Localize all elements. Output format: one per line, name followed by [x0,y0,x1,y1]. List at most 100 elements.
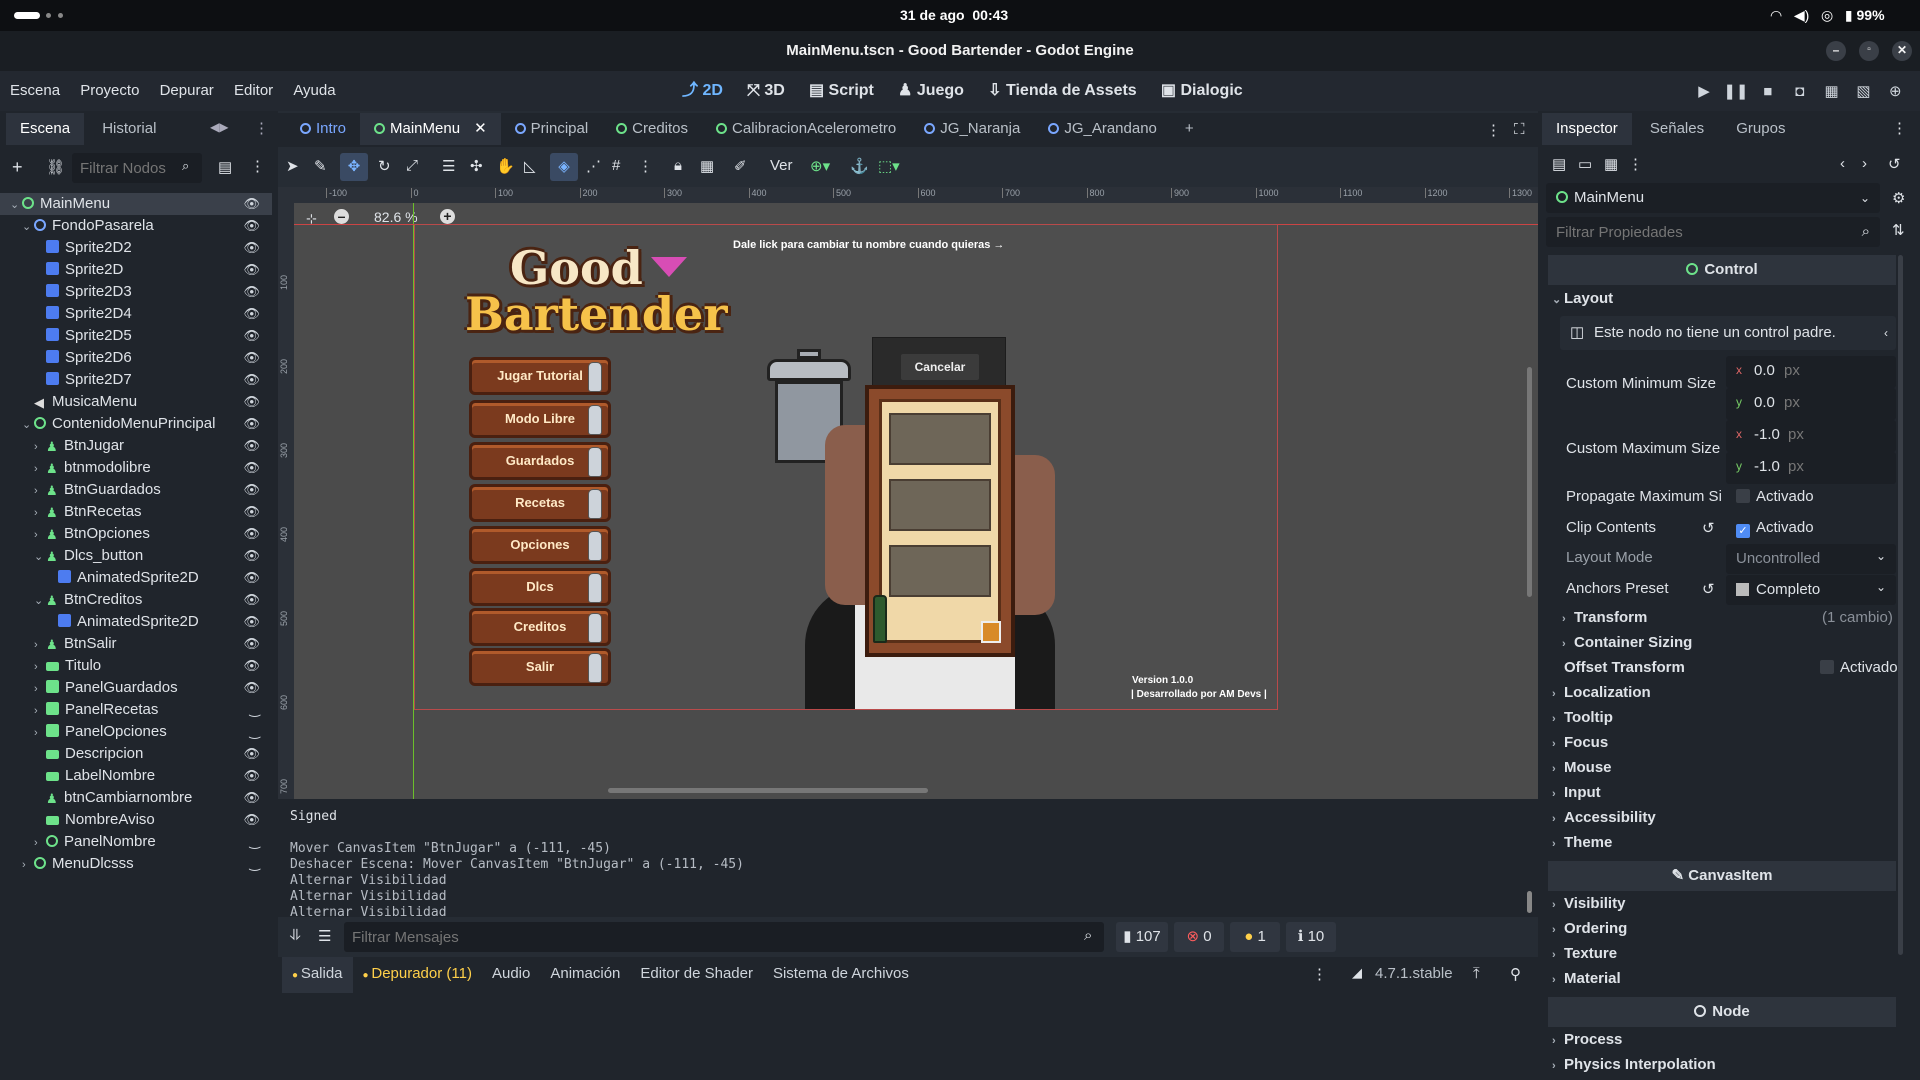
workspace-dialogic[interactable]: ▣ Dialogic [1161,71,1243,111]
movie-icon[interactable]: ⊕ [1881,82,1909,100]
chevron-down-icon[interactable]: ⌄ [22,414,34,436]
transform-section[interactable]: › Transform [1562,609,1647,626]
tree-node[interactable]: AnimatedSprite2D 👁︎ [0,611,272,633]
clock[interactable]: 31 de ago 00:43 [900,7,1008,23]
game-menu-button[interactable]: Creditos [469,608,611,646]
zoom-out-icon[interactable]: – [334,209,349,224]
scene-menu-icon[interactable]: ⋮ [250,157,265,175]
max-y-field[interactable]: y -1.0 px [1726,452,1896,484]
tree-node[interactable]: › MenuDlcsss ‿ [0,853,272,875]
tab-groups[interactable]: Grupos [1722,113,1799,145]
visibility-eye-icon[interactable]: 👁︎ [243,435,260,457]
clear-output-icon[interactable]: ⥥ [290,927,301,944]
view-menu[interactable]: Ver [770,157,793,174]
max-x-field[interactable]: x -1.0 px [1726,420,1896,452]
chevron-right-icon[interactable]: › [34,480,46,502]
toggle-search-icon[interactable]: ☰ [318,927,331,945]
play-scene-icon[interactable]: ▦ [1818,82,1846,100]
visibility-eye-icon[interactable]: 👁︎ [243,259,260,281]
visibility-eye-icon[interactable]: 👁︎ [243,215,260,237]
visibility-eye-icon[interactable]: 👁︎ [243,677,260,699]
tab-signals[interactable]: Señales [1636,113,1718,145]
visibility-eye-icon[interactable]: 👁︎ [243,281,260,303]
hidden-eye-icon[interactable]: ‿ [250,831,260,853]
game-menu-button[interactable]: Salir [469,648,611,686]
open-folder-icon[interactable]: ▭ [1578,155,1592,173]
chevron-right-icon[interactable]: › [34,634,46,656]
tree-node[interactable]: › ♟ BtnJugar 👁︎ [0,435,272,457]
workspace-script[interactable]: ▤ Script [809,71,874,111]
hint-text[interactable]: Dale lick para cambiar tu nombre cuando … [733,239,1004,251]
tree-node[interactable]: Sprite2D 👁︎ [0,259,272,281]
tree-node[interactable]: Sprite2D7 👁︎ [0,369,272,391]
history-back-icon[interactable]: ‹ [1840,155,1845,172]
filter-options-icon[interactable]: ⇅ [1892,221,1905,239]
game-menu-button[interactable]: Guardados [469,442,611,480]
offset-transform-checkbox[interactable]: Activado [1820,659,1898,676]
inspector-section[interactable]: › Localization [1552,684,1651,701]
inspector-section[interactable]: › Physics Interpolation [1552,1056,1716,1073]
bottom-tab[interactable]: Audio [482,957,540,991]
visibility-eye-icon[interactable]: 👁︎ [243,347,260,369]
tree-node[interactable]: Sprite2D2 👁︎ [0,237,272,259]
tree-node[interactable]: ♟ btnCambiarnombre 👁︎ [0,787,272,809]
visibility-eye-icon[interactable]: 👁︎ [243,545,260,567]
close-window-button[interactable]: ✕ [1892,41,1912,61]
workspace-3d[interactable]: ⤧ 3D [747,71,785,111]
propagate-checkbox[interactable]: Activado [1736,488,1814,505]
revert-icon[interactable]: ↺ [1702,519,1715,537]
tree-node[interactable]: › PanelNombre ‿ [0,831,272,853]
game-menu-button[interactable]: Opciones [469,526,611,564]
grid-icon[interactable]: # [612,157,620,174]
visibility-eye-icon[interactable]: 👁︎ [243,765,260,787]
select-tool-icon[interactable]: ➤ [286,157,299,175]
tree-node[interactable]: ⌄ FondoPasarela 👁︎ [0,215,272,237]
tree-node[interactable]: › ♟ btnmodolibre 👁︎ [0,457,272,479]
inspector-section[interactable]: › Tooltip [1552,709,1613,726]
visibility-eye-icon[interactable]: 👁︎ [243,237,260,259]
warnings-count-button[interactable]: ● 1 [1230,922,1280,952]
tab-historial[interactable]: Historial [88,113,170,145]
game-menu-button[interactable]: Recetas [469,484,611,522]
pause-icon[interactable]: ❚❚ [1722,82,1750,100]
link-icon[interactable]: ⛓ [46,158,65,176]
lock-icon[interactable]: 🔒︎ [674,157,682,174]
chevron-down-icon[interactable]: ⌄ [22,216,34,238]
tree-node[interactable]: LabelNombre 👁︎ [0,765,272,787]
paint-tool-icon[interactable]: ✎ [314,157,327,175]
smart-snap-icon[interactable]: ◈ [550,153,578,181]
min-y-field[interactable]: y 0.0 px [1726,388,1896,420]
tree-node[interactable]: Sprite2D6 👁︎ [0,347,272,369]
visibility-eye-icon[interactable]: 👁︎ [243,479,260,501]
inspector-menu-icon[interactable]: ⋮ [1892,119,1907,137]
layout-section[interactable]: ⌄ Layout [1552,290,1613,307]
workspace-assetlib[interactable]: ⇩ Tienda de Assets [988,71,1137,111]
tree-node[interactable]: Descripcion 👁︎ [0,743,272,765]
chevron-down-icon[interactable]: ⌄ [34,590,46,612]
chevron-right-icon[interactable]: › [34,436,46,458]
node-selector[interactable]: MainMenu ⌄ [1546,183,1880,213]
snap-options-icon[interactable]: ⋮ [638,157,653,175]
remote-debug-icon[interactable]: ◘ [1786,83,1814,100]
collapse-icon[interactable]: ‹ [1884,316,1888,350]
workspace-2d[interactable]: ⤴ 2D [682,71,723,111]
inspector-section[interactable]: › Accessibility [1552,809,1656,826]
zoom-in-icon[interactable]: + [440,209,455,224]
clip-checkbox[interactable]: ✓ Activado [1736,519,1814,538]
inspector-section[interactable]: › Material [1552,970,1621,987]
chevron-down-icon[interactable]: ⌄ [10,194,22,216]
inspector-section[interactable]: › Process [1552,1031,1622,1048]
tree-node[interactable]: ⌄ ContenidoMenuPrincipal 👁︎ [0,413,272,435]
inspector-section[interactable]: › Ordering [1552,920,1627,937]
cancel-button[interactable]: Cancelar [901,354,979,380]
game-menu-button[interactable]: Jugar Tutorial [469,357,611,395]
visibility-eye-icon[interactable]: 👁︎ [243,501,260,523]
workspace-game[interactable]: ♟ Juego [898,71,964,111]
layout-mode-select[interactable]: Uncontrolled ⌄ [1726,544,1896,574]
menu-depurar[interactable]: Depurar [152,71,222,111]
inspector-section[interactable]: › Theme [1552,834,1612,851]
menu-ayuda[interactable]: Ayuda [285,71,343,111]
script-attach-icon[interactable]: ▤ [218,158,232,176]
history-icon[interactable]: ↺ [1888,155,1901,173]
chevron-right-icon[interactable]: › [34,502,46,524]
